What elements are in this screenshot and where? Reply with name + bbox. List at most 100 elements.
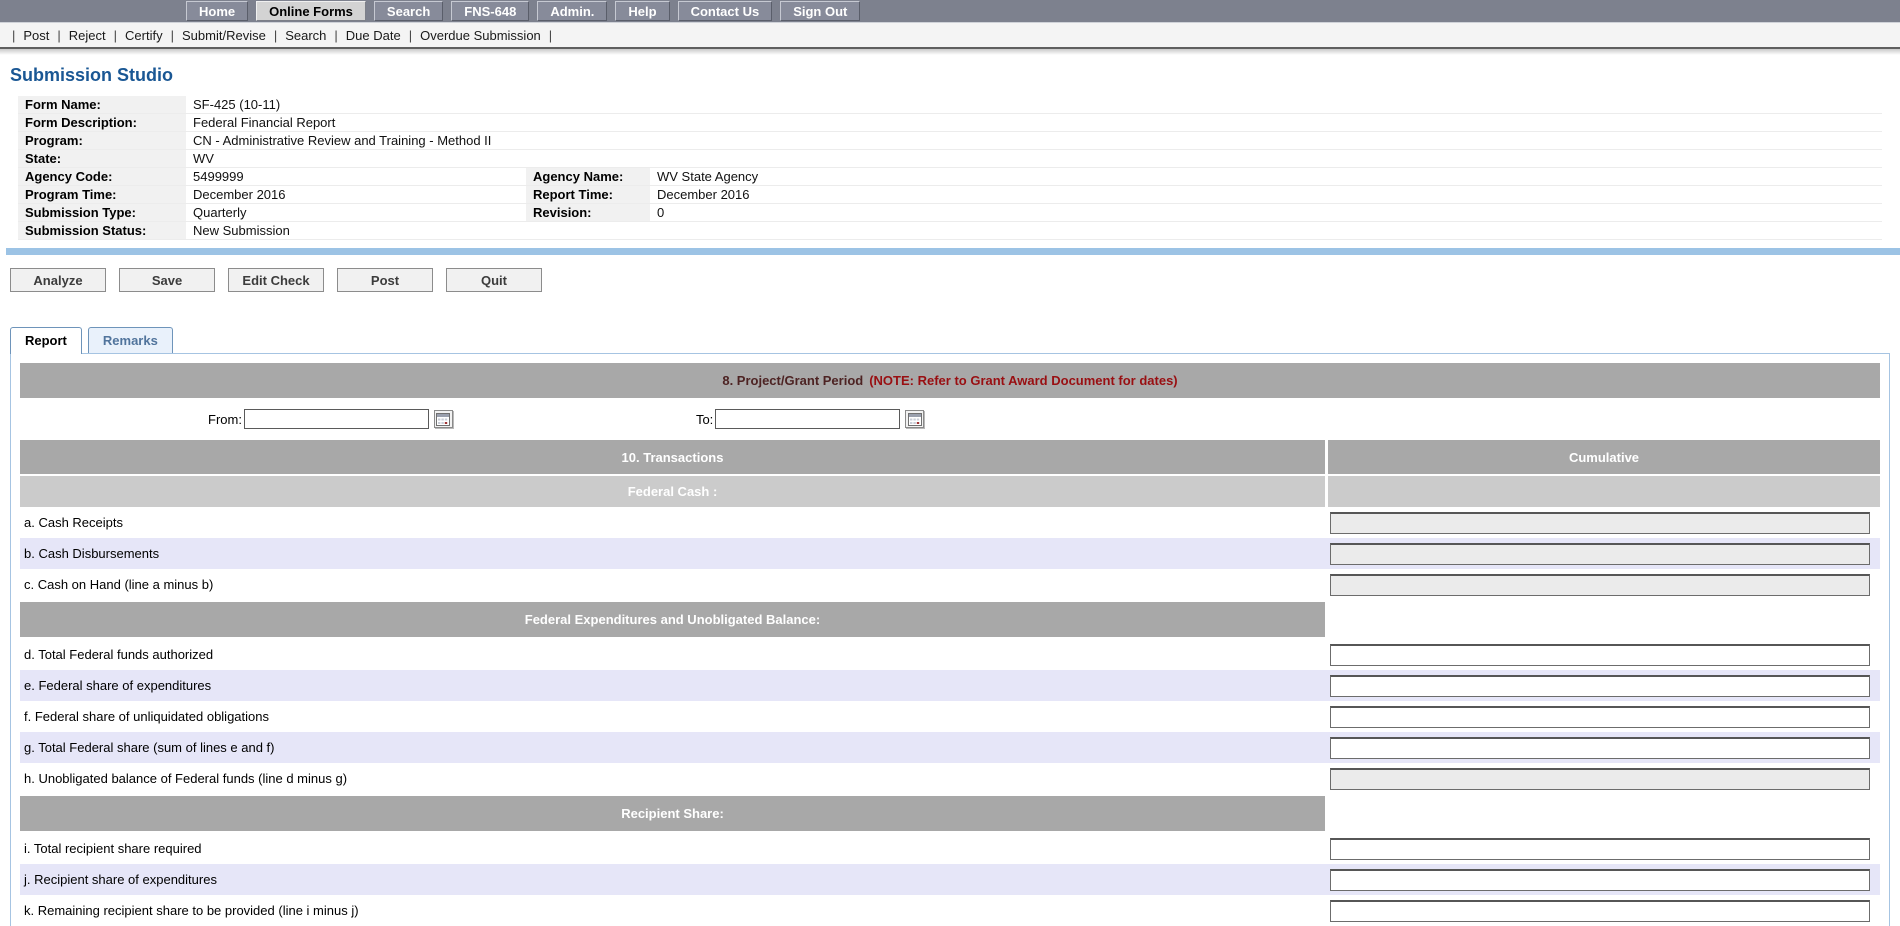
amount-input-a [1330, 512, 1870, 534]
section-row-federal-expenditures-and-unobligated-balance: Federal Expenditures and Unobligated Bal… [20, 602, 1880, 637]
info-value [650, 132, 1882, 150]
transaction-row-b: b. Cash Disbursements [20, 538, 1880, 569]
section-label: Federal Expenditures and Unobligated Bal… [20, 602, 1325, 637]
tab-remarks[interactable]: Remarks [88, 327, 173, 353]
cumulative-cell [1328, 895, 1880, 926]
cumulative-cell [1328, 763, 1880, 794]
amount-input-c [1330, 574, 1870, 596]
blue-divider [6, 248, 1900, 255]
info-value: Federal Financial Report [186, 114, 526, 132]
transaction-row-j: j. Recipient share of expenditures [20, 864, 1880, 895]
cumulative-cell [1328, 569, 1880, 600]
info-value: WV State Agency [650, 168, 1882, 186]
info-label [526, 132, 650, 150]
menu-separator: | [409, 28, 412, 43]
period-to-input[interactable] [715, 409, 900, 429]
menu-item-overdue-submission[interactable]: Overdue Submission [420, 28, 541, 43]
menu-separator: | [334, 28, 337, 43]
menu-item-certify[interactable]: Certify [125, 28, 163, 43]
project-grant-period-header: 8. Project/Grant Period (NOTE: Refer to … [20, 363, 1880, 398]
info-value: 0 [650, 204, 1882, 222]
analyze-button[interactable]: Analyze [10, 268, 106, 292]
transaction-row-label: i. Total recipient share required [20, 833, 1325, 864]
period-header-note: (NOTE: Refer to Grant Award Document for… [869, 373, 1177, 388]
amount-input-f[interactable] [1330, 706, 1870, 728]
cumulative-cell [1328, 701, 1880, 732]
transaction-row-label: e. Federal share of expenditures [20, 670, 1325, 701]
toolbar: Analyze Save Edit Check Post Quit [10, 268, 1900, 292]
info-label: Agency Name: [526, 168, 650, 186]
nav-tab-search[interactable]: Search [374, 1, 443, 21]
info-label [526, 114, 650, 132]
info-label: Revision: [526, 204, 650, 222]
from-label: From: [208, 412, 242, 427]
info-value [650, 150, 1882, 168]
transaction-row-i: i. Total recipient share required [20, 833, 1880, 864]
report-panel: 8. Project/Grant Period (NOTE: Refer to … [10, 353, 1890, 926]
menu-item-search[interactable]: Search [285, 28, 326, 43]
page-title: Submission Studio [10, 65, 1900, 86]
actions-menu: | Post | Reject | Certify | Submit/Revise | Searc… [0, 23, 1900, 49]
save-button[interactable]: Save [119, 268, 215, 292]
amount-input-g[interactable] [1330, 737, 1870, 759]
nav-tab-admin[interactable]: Admin. [537, 1, 607, 21]
menu-item-post[interactable]: Post [23, 28, 49, 43]
transaction-row-label: h. Unobligated balance of Federal funds … [20, 763, 1325, 794]
cumulative-cell [1328, 732, 1880, 763]
from-date-picker-button[interactable] [434, 410, 453, 428]
edit-check-button[interactable]: Edit Check [228, 268, 324, 292]
menu-item-submit-revise[interactable]: Submit/Revise [182, 28, 266, 43]
nav-tab-help[interactable]: Help [615, 1, 669, 21]
cumulative-cell [1328, 507, 1880, 538]
transaction-row-label: g. Total Federal share (sum of lines e a… [20, 732, 1325, 763]
info-label: Submission Status: [18, 222, 186, 240]
menu-separator: | [549, 28, 552, 43]
info-value: December 2016 [186, 186, 526, 204]
period-from-input[interactable] [244, 409, 429, 429]
info-value [650, 222, 1882, 240]
nav-tab-sign-out[interactable]: Sign Out [780, 1, 860, 21]
quit-button[interactable]: Quit [446, 268, 542, 292]
amount-input-b [1330, 543, 1870, 565]
top-navigation: Home Online Forms Search FNS-648 Admin. Help C… [0, 0, 1900, 23]
post-button[interactable]: Post [337, 268, 433, 292]
info-value [650, 114, 1882, 132]
to-date-picker-button[interactable] [905, 410, 924, 428]
transaction-row-d: d. Total Federal funds authorized [20, 639, 1880, 670]
info-label: Program Time: [18, 186, 186, 204]
period-header-title: 8. Project/Grant Period [722, 373, 863, 388]
menu-separator: | [57, 28, 60, 43]
transaction-row-g: g. Total Federal share (sum of lines e a… [20, 732, 1880, 763]
transactions-column-header: 10. Transactions [20, 440, 1325, 474]
nav-tab-home[interactable]: Home [186, 1, 248, 21]
menu-item-reject[interactable]: Reject [69, 28, 106, 43]
transaction-row-label: a. Cash Receipts [20, 507, 1325, 538]
nav-tab-fns-648[interactable]: FNS-648 [451, 1, 529, 21]
menu-item-due-date[interactable]: Due Date [346, 28, 401, 43]
cumulative-cell [1328, 538, 1880, 569]
subheader-right-cell [1328, 476, 1880, 507]
info-label: Form Name: [18, 96, 186, 114]
submission-info-table: Form Name:SF-425 (10-11)Form Description… [18, 96, 1882, 240]
cumulative-cell [1328, 833, 1880, 864]
nav-tab-online-forms[interactable]: Online Forms [256, 1, 366, 21]
tab-report[interactable]: Report [10, 327, 82, 354]
info-value: CN - Administrative Review and Training … [186, 132, 526, 150]
amount-input-k[interactable] [1330, 900, 1870, 922]
amount-input-e[interactable] [1330, 675, 1870, 697]
transactions-table: Federal Cash :a. Cash Receiptsb. Cash Di… [20, 476, 1880, 926]
transaction-row-h: h. Unobligated balance of Federal funds … [20, 763, 1880, 794]
info-label: Report Time: [526, 186, 650, 204]
period-date-row: From: To: [20, 401, 1880, 437]
section-label: Recipient Share: [20, 796, 1325, 831]
menu-separator: | [274, 28, 277, 43]
info-label: Submission Type: [18, 204, 186, 222]
info-value: New Submission [186, 222, 526, 240]
menu-shadow [0, 49, 1900, 55]
amount-input-d[interactable] [1330, 644, 1870, 666]
amount-input-i[interactable] [1330, 838, 1870, 860]
nav-tab-contact-us[interactable]: Contact Us [678, 1, 773, 21]
transaction-row-label: k. Remaining recipient share to be provi… [20, 895, 1325, 926]
amount-input-j[interactable] [1330, 869, 1870, 891]
info-label [526, 150, 650, 168]
